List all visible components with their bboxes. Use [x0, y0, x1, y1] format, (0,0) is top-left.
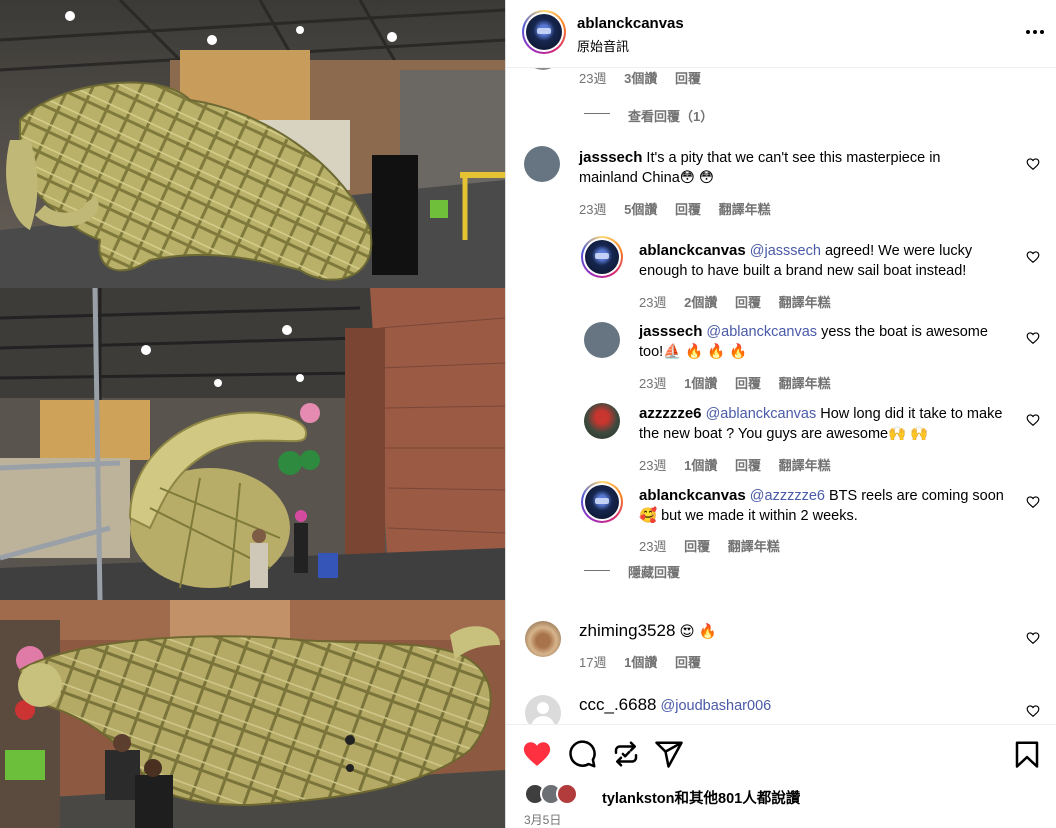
reply-username[interactable]: jasssech: [639, 323, 702, 340]
comment-username[interactable]: ccc_.6688: [579, 695, 657, 714]
comment-time: 23週: [579, 202, 607, 217]
divider: [584, 570, 610, 571]
likes-text[interactable]: tylankston和其他801人都說讚: [602, 787, 800, 808]
translate-button[interactable]: 翻譯年糕: [728, 539, 780, 554]
comment-likes[interactable]: 3個讚: [624, 71, 657, 86]
like-comment-heart-icon[interactable]: [1026, 331, 1040, 345]
post-date: 3月5日: [524, 813, 562, 827]
media-photo-middle: [0, 288, 505, 600]
reply-mention[interactable]: @azzzzze6: [750, 488, 825, 504]
avatar[interactable]: [524, 146, 560, 182]
avatar[interactable]: [525, 695, 561, 724]
view-replies-button[interactable]: 查看回覆（1）: [628, 106, 713, 125]
comment-meta: 23週 5個讚 回覆 翻譯年糕: [579, 199, 771, 218]
reply-time: 23週: [639, 539, 667, 554]
translate-button[interactable]: 翻譯年糕: [779, 295, 831, 310]
reply-body: jasssech @ablanckcanvas yess the boat is…: [639, 322, 1009, 362]
reply-mention[interactable]: @jasssech: [750, 243, 821, 259]
reply-likes[interactable]: 1個讚: [684, 376, 717, 391]
reply-meta: 23週 1個讚 回覆 翻譯年糕: [639, 455, 831, 474]
reply-time: 23週: [639, 376, 667, 391]
translate-button[interactable]: 翻譯年糕: [719, 202, 771, 217]
reply-button[interactable]: 回覆: [675, 655, 701, 670]
comment-meta: 23週 3個讚 回覆: [579, 68, 701, 87]
comment-body: zhiming3528 😍 🔥: [579, 621, 999, 642]
hide-replies-button[interactable]: 隱藏回覆: [628, 562, 680, 581]
avatar[interactable]: [525, 621, 561, 657]
reply-likes[interactable]: 1個讚: [684, 458, 717, 473]
liker-avatar: [556, 783, 578, 805]
post-header: ablanckcanvas 原始音訊: [506, 0, 1056, 68]
reply-body: azzzzze6 @ablanckcanvas How long did it …: [639, 404, 1009, 444]
bookmark-icon[interactable]: [1012, 739, 1042, 769]
heart-filled-icon[interactable]: [522, 739, 552, 769]
reply-body: ablanckcanvas @azzzzze6 BTS reels are co…: [639, 486, 1009, 526]
more-horizontal-icon[interactable]: [1025, 26, 1045, 38]
reply-button[interactable]: 回覆: [675, 202, 701, 217]
like-comment-heart-icon[interactable]: [1026, 157, 1040, 171]
comment-likes[interactable]: 1個讚: [624, 655, 657, 670]
reply-button[interactable]: 回覆: [735, 295, 761, 310]
reply-button[interactable]: 回覆: [675, 71, 701, 86]
avatar[interactable]: [581, 236, 623, 278]
comments-list[interactable]: 23週 3個讚 回覆 查看回覆（1） jasssech It's a pity …: [506, 68, 1056, 724]
media-photo-bottom: [0, 600, 505, 828]
divider: [584, 113, 610, 114]
reply-username[interactable]: azzzzze6: [639, 405, 702, 422]
author-avatar[interactable]: [522, 10, 566, 54]
translate-button[interactable]: 翻譯年糕: [779, 376, 831, 391]
reply-time: 23週: [639, 458, 667, 473]
comment-meta: 17週 1個讚 回覆: [579, 652, 701, 671]
comment-icon[interactable]: [567, 739, 597, 769]
avatar[interactable]: [584, 403, 620, 439]
reply-mention[interactable]: @ablanckcanvas: [706, 406, 817, 422]
reply-mention[interactable]: @ablanckcanvas: [706, 324, 817, 340]
comment-time: 17週: [579, 655, 607, 670]
like-comment-heart-icon[interactable]: [1026, 250, 1040, 264]
repost-icon[interactable]: [611, 739, 641, 769]
post-media[interactable]: [0, 0, 505, 828]
avatar[interactable]: [581, 481, 623, 523]
author-username[interactable]: ablanckcanvas: [577, 15, 684, 32]
like-comment-heart-icon[interactable]: [1026, 413, 1040, 427]
comment-mention[interactable]: @joudbashar006: [661, 698, 772, 714]
comment-time: 23週: [579, 71, 607, 86]
reply-button[interactable]: 回覆: [684, 539, 710, 554]
reply-time: 23週: [639, 295, 667, 310]
media-photo-top: [0, 0, 505, 288]
comment-text: 😍 🔥: [679, 624, 717, 640]
reply-likes[interactable]: 2個讚: [684, 295, 717, 310]
comment-username[interactable]: jasssech: [579, 149, 642, 166]
reply-meta: 23週 回覆 翻譯年糕: [639, 536, 780, 555]
like-comment-heart-icon[interactable]: [1026, 704, 1040, 718]
reply-username[interactable]: ablanckcanvas: [639, 242, 746, 259]
send-icon[interactable]: [654, 739, 684, 769]
comment-body: jasssech It's a pity that we can't see t…: [579, 148, 979, 188]
reply-button[interactable]: 回覆: [735, 458, 761, 473]
audio-label[interactable]: 原始音訊: [577, 36, 629, 55]
like-comment-heart-icon[interactable]: [1026, 495, 1040, 509]
avatar[interactable]: [584, 322, 620, 358]
reply-meta: 23週 2個讚 回覆 翻譯年糕: [639, 292, 831, 311]
reply-button[interactable]: 回覆: [735, 376, 761, 391]
reply-body: ablanckcanvas @jasssech agreed! We were …: [639, 241, 1009, 281]
reply-username[interactable]: ablanckcanvas: [639, 487, 746, 504]
comment-username[interactable]: zhiming3528: [579, 621, 675, 640]
action-bar: tylankston和其他801人都說讚 3月5日: [506, 724, 1056, 828]
translate-button[interactable]: 翻譯年糕: [779, 458, 831, 473]
reply-meta: 23週 1個讚 回覆 翻譯年糕: [639, 373, 831, 392]
like-comment-heart-icon[interactable]: [1026, 631, 1040, 645]
comment-likes[interactable]: 5個讚: [624, 202, 657, 217]
comment-body: ccc_.6688 @joudbashar006: [579, 695, 999, 716]
avatar[interactable]: [525, 68, 561, 70]
comments-panel: ablanckcanvas 原始音訊 23週 3個讚 回覆 查看回覆（1） ja…: [505, 0, 1056, 828]
